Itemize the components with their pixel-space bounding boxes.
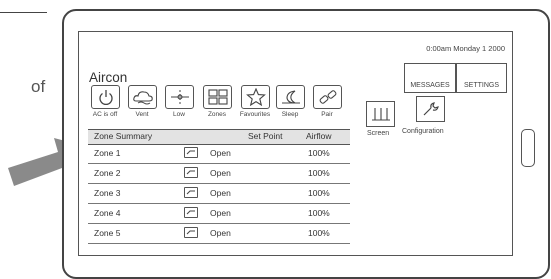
zone-state: Open [210,168,231,178]
zone-state: Open [210,148,231,158]
zones-grid-icon [207,89,228,105]
page-title: Aircon [89,70,128,85]
configuration-label: Configuration [402,128,444,135]
zone-state: Open [210,208,231,218]
ac-power-button[interactable] [91,85,120,109]
zone-state: Open [210,188,231,198]
zone-airflow: 100% [308,228,330,238]
zone-airflow: 100% [308,188,330,198]
settings-button[interactable]: SETTINGS [456,63,507,93]
header-zone-summary: Zone Summary [94,131,153,141]
zone-airflow: 100% [308,168,330,178]
pair-link-icon [319,90,336,104]
fan-speed-label: Low [173,111,185,118]
zone-name: Zone 4 [94,208,121,218]
screen-button[interactable] [366,101,395,127]
favourites-button[interactable] [241,85,270,109]
header-set-point: Set Point [248,131,283,141]
vent-label: Vent [135,111,149,118]
zone-row[interactable]: Zone 3 Open 100% [88,183,350,204]
zone-name: Zone 5 [94,228,121,238]
zone-row[interactable]: Zone 1 Open 100% [88,143,350,164]
pair-label: Pair [321,111,333,118]
zone-name: Zone 3 [94,188,121,198]
zone-name: Zone 2 [94,168,121,178]
screen-bars-icon [371,108,390,121]
zones-label: Zones [207,111,227,118]
zones-button[interactable] [203,85,232,109]
damper-toggle-icon[interactable] [184,227,198,238]
vent-button[interactable] [128,85,157,109]
clock-display: 0:00am Monday 1 2000 [426,44,505,53]
damper-toggle-icon[interactable] [184,167,198,178]
zone-airflow: 100% [308,208,330,218]
ac-power-label: AC is off [92,111,118,118]
sleep-button[interactable] [276,85,305,109]
fan-speed-button[interactable] [165,85,194,109]
zone-row[interactable]: Zone 2 Open 100% [88,163,350,184]
screen-button-label: Screen [367,130,390,137]
zone-row[interactable]: Zone 5 Open 100% [88,223,350,244]
configuration-button[interactable] [416,96,445,122]
zone-airflow: 100% [308,148,330,158]
messages-button[interactable]: MESSAGES [404,63,456,93]
star-icon [245,88,266,106]
favourites-label: Favourites [239,111,271,118]
power-icon [98,90,113,105]
divider-line [0,12,47,13]
wrench-icon [423,102,439,116]
pair-button[interactable] [313,85,342,109]
header-airflow: Airflow [306,131,332,141]
damper-toggle-icon[interactable] [184,187,198,198]
zone-name: Zone 1 [94,148,121,158]
damper-toggle-icon[interactable] [184,147,198,158]
device-side-button[interactable] [521,129,535,167]
touch-screen: 0:00am Monday 1 2000 Aircon AC is off Ve… [78,31,513,256]
fan-low-icon [170,90,189,104]
zone-row[interactable]: Zone 4 Open 100% [88,203,350,224]
fragment-text: of [31,77,46,96]
damper-toggle-icon[interactable] [184,207,198,218]
zone-state: Open [210,228,231,238]
moon-icon [281,90,300,104]
cloud-vent-icon [132,91,153,105]
sleep-label: Sleep [281,111,299,118]
